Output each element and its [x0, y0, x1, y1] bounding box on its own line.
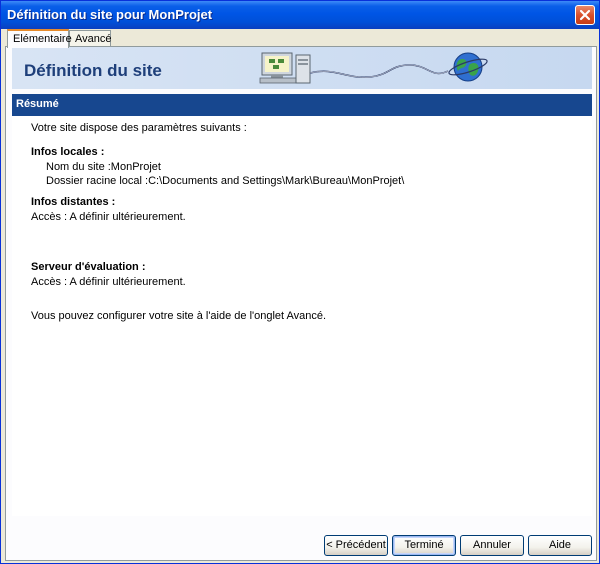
computer-globe-icon — [259, 52, 488, 84]
finish-button[interactable]: Terminé — [392, 535, 456, 556]
close-button[interactable] — [575, 5, 595, 25]
tab-elementaire[interactable]: Elémentaire — [7, 29, 72, 48]
summary-content: Votre site dispose des paramètres suivan… — [12, 116, 592, 516]
footer-note: Vous pouvez configurer votre site à l'ai… — [31, 310, 327, 322]
section-header: Résumé — [12, 94, 592, 116]
summary-intro: Votre site dispose des paramètres suivan… — [31, 122, 247, 134]
tab-avance[interactable]: Avancé — [69, 30, 112, 47]
testing-server-heading: Serveur d'évaluation : — [31, 261, 146, 273]
window-title: Définition du site pour MonProjet — [7, 7, 213, 22]
root-folder-value: Dossier racine local :C:\Documents and S… — [46, 175, 405, 187]
banner: Définition du site — [12, 47, 592, 89]
close-icon — [579, 9, 591, 21]
remote-info-heading: Infos distantes : — [31, 196, 116, 208]
testing-access-value: Accès : A définir ultérieurement. — [31, 276, 186, 288]
remote-access-value: Accès : A définir ultérieurement. — [31, 211, 186, 223]
tab-panel: Définition du site Résumé Votre site dis… — [5, 46, 597, 561]
site-definition-window: Définition du site pour MonProjet Elémen… — [0, 0, 600, 564]
title-bar[interactable]: Définition du site pour MonProjet — [1, 1, 599, 29]
cancel-button[interactable]: Annuler — [460, 535, 524, 556]
banner-title: Définition du site — [24, 61, 162, 80]
site-name-value: Nom du site :MonProjet — [46, 161, 161, 173]
local-info-heading: Infos locales : — [31, 146, 105, 158]
previous-button[interactable]: < Précédent — [324, 535, 388, 556]
help-button[interactable]: Aide — [528, 535, 592, 556]
